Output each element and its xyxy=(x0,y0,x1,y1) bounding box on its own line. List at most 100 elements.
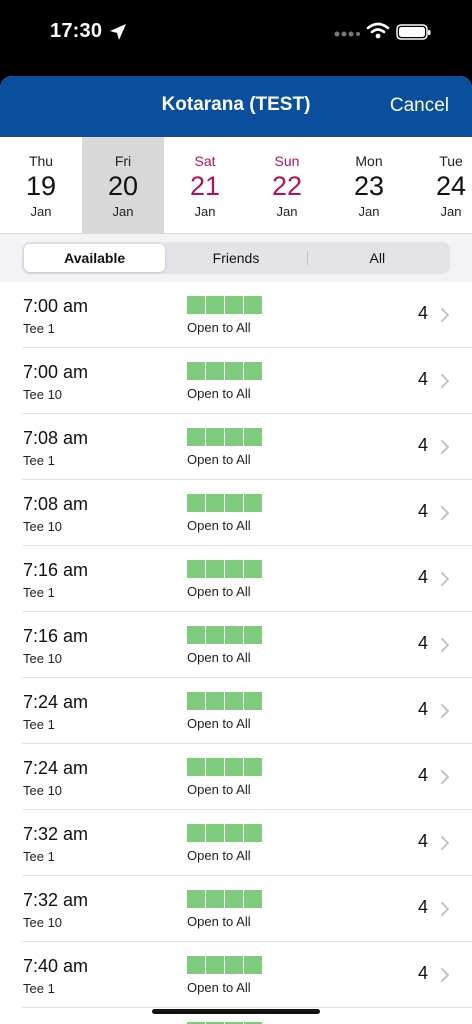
nav-bar: Kotarana (TEST) Cancel xyxy=(0,76,472,137)
tee-time-row[interactable]: 7:00 am Tee 1 Open to All 4 xyxy=(22,282,472,348)
slot-open xyxy=(206,758,224,776)
tee-sheet: Kotarana (TEST) Cancel Thu 19 Jan Fri 20… xyxy=(0,76,472,1024)
slot-open xyxy=(187,758,205,776)
tee-time: 7:00 am xyxy=(23,362,89,382)
date-item[interactable]: Sat 21 Jan xyxy=(164,137,246,233)
slot-open xyxy=(225,428,243,446)
date-weekday: Mon xyxy=(355,153,383,169)
tee-number: Tee 10 xyxy=(23,519,63,534)
date-number: 19 xyxy=(25,171,57,201)
slot-open xyxy=(206,296,224,314)
date-month: Jan xyxy=(194,204,216,219)
chevron-right-icon xyxy=(441,506,449,520)
tee-time-row[interactable]: 7:32 am Tee 10 Open to All 4 xyxy=(22,876,472,942)
slot-open xyxy=(206,626,224,644)
slot-open xyxy=(244,890,262,908)
slot-open xyxy=(206,824,224,842)
date-item-selected[interactable]: Fri 20 Jan xyxy=(82,137,164,233)
availability-status: Open to All xyxy=(187,386,251,401)
slot-open xyxy=(244,296,262,314)
slot-open xyxy=(244,428,262,446)
slot-open xyxy=(244,626,262,644)
tee-number: Tee 10 xyxy=(23,651,63,666)
chevron-right-icon xyxy=(441,374,449,388)
slot-open xyxy=(225,890,243,908)
tee-time: 7:16 am xyxy=(23,560,89,580)
slot-open xyxy=(225,692,243,710)
filter-available-tab[interactable]: Available xyxy=(24,244,166,272)
tee-time-row[interactable]: 7:08 am Tee 1 Open to All 4 xyxy=(22,414,472,480)
tee-time-row[interactable]: 7:24 am Tee 10 Open to All 4 xyxy=(22,744,472,810)
slot-open xyxy=(225,956,243,974)
tee-time-row[interactable]: 7:08 am Tee 10 Open to All 4 xyxy=(22,480,472,546)
slot-open xyxy=(225,824,243,842)
availability-status: Open to All xyxy=(187,782,251,797)
tee-number: Tee 1 xyxy=(23,717,55,732)
cancel-button[interactable]: Cancel xyxy=(390,95,449,117)
tee-number: Tee 10 xyxy=(23,387,63,402)
date-item[interactable]: Sun 22 Jan xyxy=(246,137,328,233)
date-weekday: Sat xyxy=(194,153,216,169)
wifi-icon xyxy=(366,22,390,39)
player-slots xyxy=(187,758,263,776)
availability-status: Open to All xyxy=(187,848,251,863)
tee-number: Tee 1 xyxy=(23,321,55,336)
player-slots xyxy=(187,956,263,974)
chevron-right-icon xyxy=(441,836,449,850)
slot-open xyxy=(244,956,262,974)
availability-status: Open to All xyxy=(187,452,251,467)
date-weekday: Thu xyxy=(28,153,54,169)
tee-time: 7:40 am xyxy=(23,956,89,976)
tee-time-row[interactable]: 7:00 am Tee 10 Open to All 4 xyxy=(22,348,472,414)
chevron-right-icon xyxy=(441,308,449,322)
availability-status: Open to All xyxy=(187,650,251,665)
slot-open xyxy=(244,692,262,710)
slot-open xyxy=(225,362,243,380)
tee-time-row[interactable]: 7:32 am Tee 1 Open to All 4 xyxy=(22,810,472,876)
filter-all-tab[interactable]: All xyxy=(306,244,448,272)
tee-number: Tee 1 xyxy=(23,585,55,600)
slot-open xyxy=(187,428,205,446)
date-item[interactable]: Tue 24 Jan xyxy=(410,137,472,233)
date-number: 21 xyxy=(189,171,221,201)
date-item[interactable]: Mon 23 Jan xyxy=(328,137,410,233)
chevron-right-icon xyxy=(441,902,449,916)
tee-time-row[interactable]: 7:40 am Tee 1 Open to All 4 xyxy=(22,942,472,1008)
slot-open xyxy=(206,428,224,446)
date-number: 23 xyxy=(353,171,385,201)
date-item[interactable]: Thu 19 Jan xyxy=(0,137,82,233)
open-spots-count: 4 xyxy=(418,699,429,719)
slot-open xyxy=(206,956,224,974)
battery-icon xyxy=(396,24,431,40)
open-spots-count: 4 xyxy=(418,963,429,983)
tee-time-row[interactable]: 7:16 am Tee 1 Open to All 4 xyxy=(22,546,472,612)
date-month: Jan xyxy=(440,204,462,219)
tee-number: Tee 1 xyxy=(23,453,55,468)
slot-open xyxy=(187,296,205,314)
slot-open xyxy=(225,758,243,776)
date-weekday: Tue xyxy=(439,153,463,169)
slot-open xyxy=(244,758,262,776)
tee-time: 7:32 am xyxy=(23,890,89,910)
date-number: 20 xyxy=(107,171,139,201)
tee-time-row[interactable]: 7:24 am Tee 1 Open to All 4 xyxy=(22,678,472,744)
slot-open xyxy=(225,296,243,314)
slot-open xyxy=(187,824,205,842)
player-slots xyxy=(187,362,263,380)
tee-time-row[interactable]: 7:16 am Tee 10 Open to All 4 xyxy=(22,612,472,678)
date-number: 22 xyxy=(271,171,303,201)
tee-time: 7:08 am xyxy=(23,494,89,514)
availability-status: Open to All xyxy=(187,980,251,995)
slot-open xyxy=(206,890,224,908)
slot-open xyxy=(206,494,224,512)
date-month: Jan xyxy=(358,204,380,219)
slot-open xyxy=(187,626,205,644)
slot-open xyxy=(225,494,243,512)
chevron-right-icon xyxy=(441,638,449,652)
filter-friends-tab[interactable]: Friends xyxy=(165,244,306,272)
player-slots xyxy=(187,626,263,644)
open-spots-count: 4 xyxy=(418,303,429,323)
slot-open xyxy=(225,560,243,578)
availability-status: Open to All xyxy=(187,584,251,599)
open-spots-count: 4 xyxy=(418,501,429,521)
